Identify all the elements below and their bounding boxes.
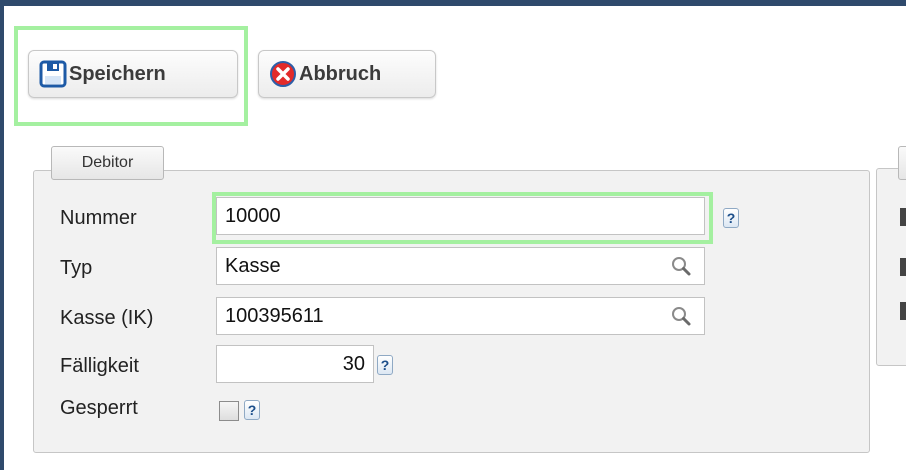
typ-label: Typ — [60, 257, 93, 279]
floppy-disk-icon — [39, 60, 67, 88]
kasse-lookup-magnifier-icon[interactable] — [670, 305, 692, 327]
debitor-title-text: Debitor — [81, 154, 134, 171]
nummer-label: Nummer — [60, 207, 137, 229]
kasse-ik-input[interactable]: 100395611 — [216, 297, 705, 335]
faelligkeit-input[interactable]: 30 — [216, 345, 374, 383]
kasse-ik-label: Kasse (IK) — [60, 307, 154, 329]
gesperrt-label: Gesperrt — [60, 397, 138, 419]
typ-input[interactable]: Kasse — [216, 247, 705, 285]
window-top-border — [0, 0, 906, 6]
window-left-border — [0, 6, 4, 470]
nummer-input[interactable]: 10000 — [216, 197, 705, 235]
nummer-help-icon[interactable]: ? — [723, 208, 739, 228]
typ-lookup-magnifier-icon[interactable] — [670, 255, 692, 277]
red-x-icon — [269, 60, 297, 88]
save-button[interactable]: Speichern — [28, 50, 238, 98]
gesperrt-checkbox[interactable] — [219, 401, 239, 421]
secondary-panel-label-clipped — [900, 302, 906, 320]
cancel-button[interactable]: Abbruch — [258, 50, 436, 98]
faelligkeit-label: Fälligkeit — [60, 355, 139, 377]
save-button-label: Speichern — [69, 62, 166, 85]
secondary-panel-label-clipped — [900, 258, 906, 276]
debitor-panel-title: Debitor — [51, 146, 164, 180]
secondary-panel-label-clipped — [900, 208, 906, 226]
gesperrt-help-icon[interactable]: ? — [244, 400, 260, 420]
faelligkeit-help-icon[interactable]: ? — [377, 355, 393, 375]
secondary-panel-tab — [898, 146, 906, 180]
cancel-button-label: Abbruch — [299, 62, 382, 85]
